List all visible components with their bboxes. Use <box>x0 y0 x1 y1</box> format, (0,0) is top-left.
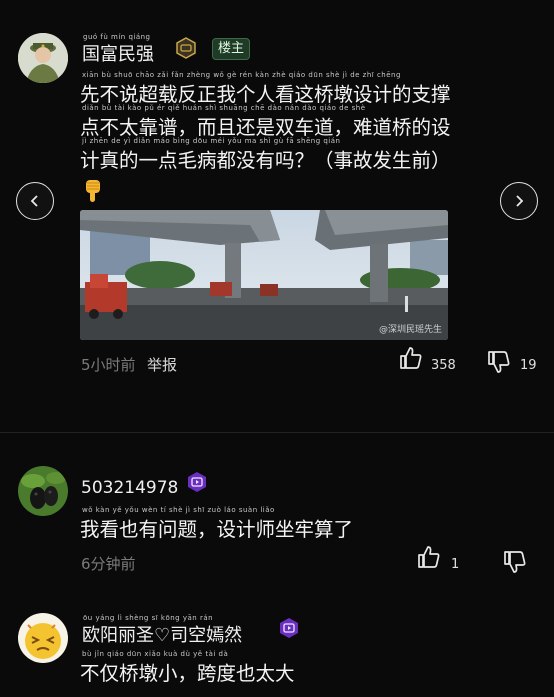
thumbs-down-icon[interactable] <box>503 550 527 578</box>
image-watermark: @深圳民瑶先生 <box>378 325 442 335</box>
gold-badge-icon <box>175 37 197 59</box>
content-line: 我看也有问题，设计师坐牢算了 <box>80 518 354 541</box>
like-count: 1 <box>451 557 460 572</box>
timestamp: 5小时前 <box>81 356 136 374</box>
point-down-hand-icon <box>82 178 104 204</box>
avatar[interactable] <box>18 466 68 516</box>
prev-button[interactable] <box>16 182 54 220</box>
content-line: 点不太靠谱，而且还是双车道，难道桥的设 <box>80 116 451 139</box>
divider <box>0 432 554 433</box>
username[interactable]: 503214978 <box>81 478 178 498</box>
thumbs-up-icon[interactable] <box>399 346 423 374</box>
content-line: 先不说超载反正我个人看这桥墩设计的支撑 <box>80 83 451 106</box>
avatar[interactable] <box>18 33 68 83</box>
next-button[interactable] <box>500 182 538 220</box>
chevron-left-icon <box>30 195 38 207</box>
vip-video-badge-icon <box>278 617 300 639</box>
thumbs-up-icon[interactable] <box>417 545 441 573</box>
owner-tag: 楼主 <box>212 38 251 60</box>
like-count: 358 <box>431 358 456 373</box>
dislike-count: 19 <box>520 358 537 373</box>
avatar[interactable] <box>18 613 68 663</box>
content-line: 计真的一点毛病都没有吗？（事故发生前） <box>80 149 451 172</box>
comment-image[interactable]: @深圳民瑶先生 <box>80 210 448 340</box>
chevron-right-icon <box>516 195 524 207</box>
vip-video-badge-icon <box>186 471 208 493</box>
username[interactable]: 国富民强 <box>82 40 154 66</box>
thumbs-down-icon[interactable] <box>487 350 511 378</box>
content-line: 不仅桥墩小，跨度也太大 <box>80 662 295 685</box>
report-button[interactable]: 举报 <box>147 354 177 375</box>
timestamp: 6分钟前 <box>81 555 136 573</box>
username[interactable]: 欧阳丽圣♡司空嫣然 <box>82 621 242 647</box>
